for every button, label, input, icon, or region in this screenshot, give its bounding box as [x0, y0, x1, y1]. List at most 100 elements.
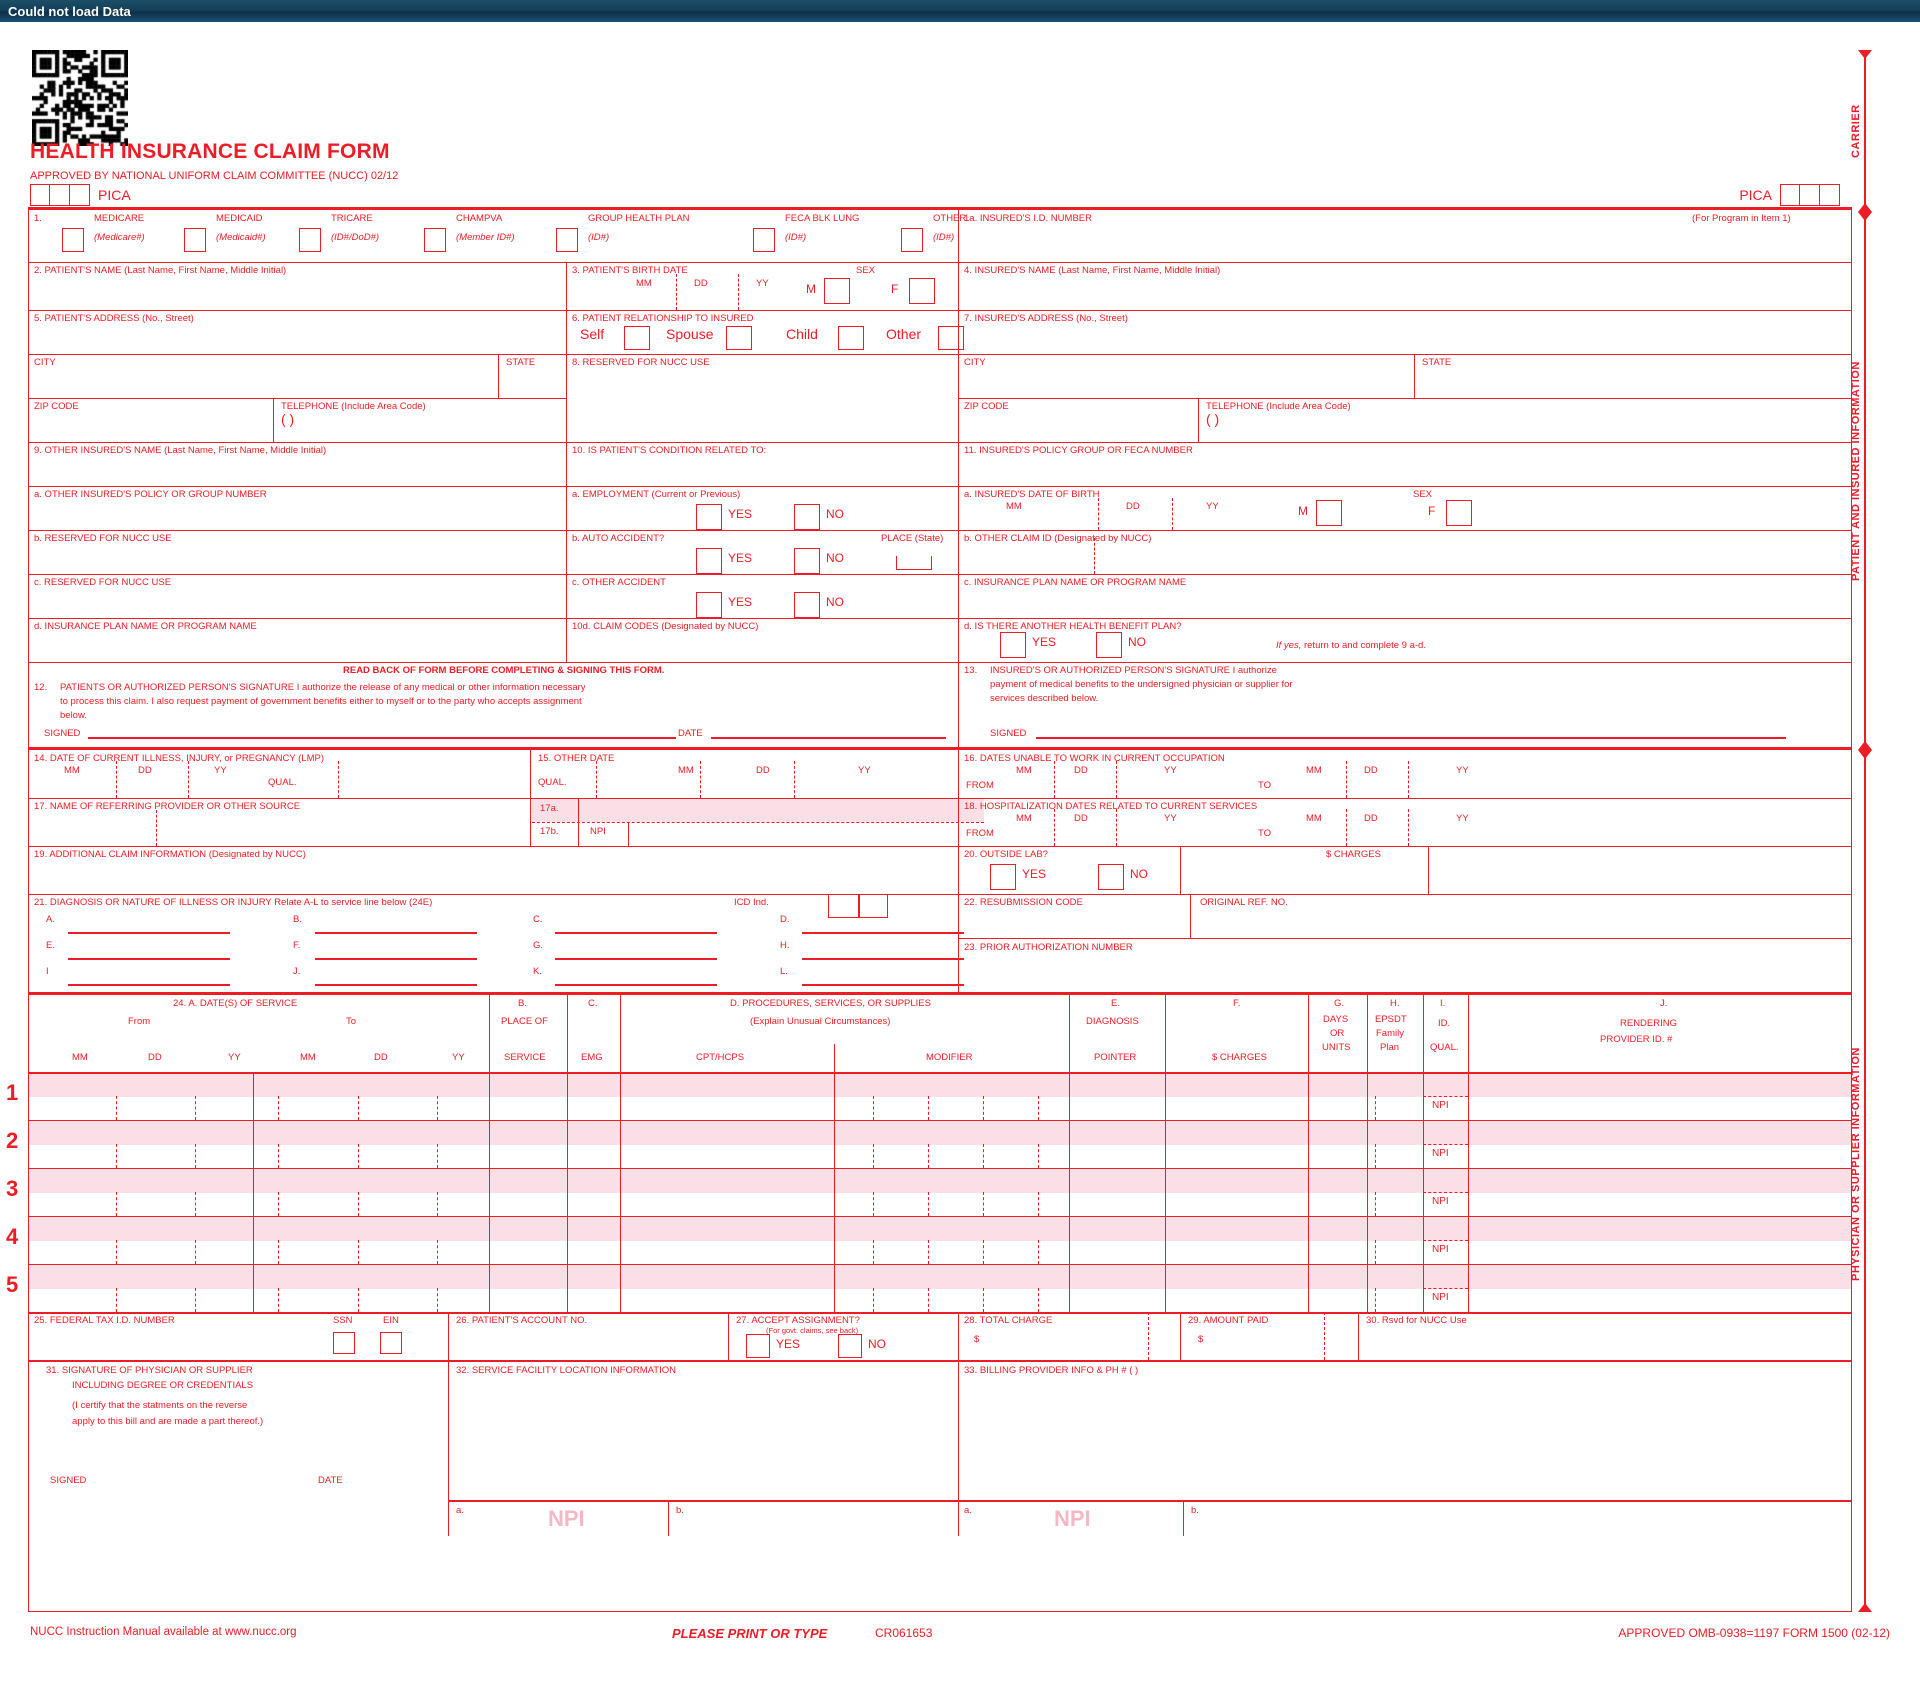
- item-21-dx-input[interactable]: [68, 914, 230, 932]
- item-12-text-line2: to process this claim. I also request pa…: [60, 696, 582, 707]
- footer-manual-link[interactable]: NUCC Instruction Manual available at www…: [30, 1626, 297, 1638]
- item-27-no-checkbox[interactable]: [838, 1334, 862, 1358]
- divider: [958, 662, 959, 747]
- service-line-number: 1: [6, 1080, 19, 1105]
- item-24a-from-label: From: [128, 1016, 151, 1027]
- item-21-dx-input[interactable]: [802, 966, 964, 984]
- divider: [1069, 1216, 1070, 1264]
- item-6-other-checkbox[interactable]: [938, 326, 964, 350]
- divider: [28, 354, 1852, 355]
- footer-form-code: CR061653: [875, 1626, 933, 1640]
- dashed-divider: [1423, 1240, 1468, 1241]
- item-25-ein-checkbox[interactable]: [380, 1332, 402, 1354]
- item-11a-sex-female-checkbox[interactable]: [1446, 500, 1472, 526]
- pica-right-group: PICA: [1731, 184, 1840, 206]
- item-12-date-label: DATE: [678, 728, 703, 739]
- pica-box[interactable]: [1780, 184, 1800, 206]
- item-21-dx-input[interactable]: [802, 940, 964, 958]
- signature-line: [802, 958, 964, 960]
- item-20-no-checkbox[interactable]: [1098, 864, 1124, 890]
- item-21-dx-input[interactable]: [315, 914, 477, 932]
- pica-box[interactable]: [50, 184, 70, 206]
- item-3-sex-female-checkbox[interactable]: [909, 278, 935, 304]
- dashed-divider: [278, 1288, 279, 1312]
- divider: [958, 398, 959, 442]
- arrow-down-icon: [1858, 750, 1872, 759]
- page-title: HEALTH INSURANCE CLAIM FORM: [30, 140, 390, 163]
- insured-state-label: STATE: [1422, 357, 1452, 368]
- divider: [28, 486, 1852, 487]
- divider: [28, 442, 1852, 443]
- item-3-sex-male-checkbox[interactable]: [824, 278, 850, 304]
- divider: [1165, 994, 1166, 1072]
- divider: [958, 1360, 959, 1536]
- item-24h-plan: Plan: [1380, 1042, 1400, 1053]
- item-11d-yes-checkbox[interactable]: [1000, 632, 1026, 658]
- item-18-from-dd: DD: [1074, 813, 1088, 824]
- item-21-dx-letter: D.: [780, 914, 790, 925]
- insurance-type-checkbox[interactable]: [184, 228, 206, 252]
- item-10a-no-checkbox[interactable]: [794, 504, 820, 530]
- item-10c-no-checkbox[interactable]: [794, 592, 820, 618]
- item-6-self-checkbox[interactable]: [624, 326, 650, 350]
- item-21-dx-input[interactable]: [315, 940, 477, 958]
- item-31-signed-label: SIGNED: [50, 1475, 87, 1486]
- pica-box[interactable]: [70, 184, 90, 206]
- item-10b-no-checkbox[interactable]: [794, 548, 820, 574]
- arrow-up-icon: [1858, 741, 1872, 750]
- arrow-down-icon: [1858, 212, 1872, 221]
- dashed-divider: [437, 1192, 438, 1216]
- item-21-dx-input[interactable]: [68, 966, 230, 984]
- signature-line: [68, 932, 230, 934]
- item-25-ssn-checkbox[interactable]: [333, 1332, 355, 1354]
- divider: [28, 618, 1852, 619]
- pica-box[interactable]: [1800, 184, 1820, 206]
- item-21-dx-input[interactable]: [315, 966, 477, 984]
- item-20-charges-label: $ CHARGES: [1326, 849, 1381, 860]
- insurance-type-label: GROUP HEALTH PLAN: [588, 213, 690, 224]
- item-10c-yes-checkbox[interactable]: [696, 592, 722, 618]
- insurance-type-checkbox[interactable]: [556, 228, 578, 252]
- insurance-type-checkbox[interactable]: [424, 228, 446, 252]
- item-10b-label: b. AUTO ACCIDENT?: [572, 533, 665, 544]
- item-24c-emg: EMG: [581, 1052, 603, 1063]
- item-21-dx-input[interactable]: [555, 914, 717, 932]
- insurance-type-checkbox[interactable]: [299, 228, 321, 252]
- item-24j-provider-id: PROVIDER ID. #: [1600, 1034, 1673, 1045]
- item-10b-no-label: NO: [826, 551, 844, 565]
- item-21-dx-input[interactable]: [802, 914, 964, 932]
- pica-box[interactable]: [1820, 184, 1840, 206]
- item-6-child-checkbox[interactable]: [838, 326, 864, 350]
- item-13-signed-label: SIGNED: [990, 728, 1027, 739]
- dashed-divider: [1172, 498, 1173, 530]
- service-line-number: 5: [6, 1272, 19, 1297]
- item-27-yes-checkbox[interactable]: [746, 1334, 770, 1358]
- dashed-divider: [1375, 1240, 1376, 1264]
- dashed-divider: [983, 1144, 984, 1168]
- insurance-type-checkbox[interactable]: [62, 228, 84, 252]
- item-6-option-label: Spouse: [666, 326, 714, 342]
- item-6-spouse-checkbox[interactable]: [726, 326, 752, 350]
- item-10a-yes-checkbox[interactable]: [696, 504, 722, 530]
- dashed-divider: [116, 1144, 117, 1168]
- pica-box[interactable]: [30, 184, 50, 206]
- item-20-yes-checkbox[interactable]: [990, 864, 1016, 890]
- dashed-divider: [873, 1288, 874, 1312]
- insurance-type-label: FECA BLK LUNG: [785, 213, 860, 224]
- item-24f-charges: $ CHARGES: [1212, 1052, 1267, 1063]
- item-18-to-dd: DD: [1364, 813, 1378, 824]
- insurance-type-checkbox[interactable]: [901, 228, 923, 252]
- item-11a-sex-male-checkbox[interactable]: [1316, 500, 1342, 526]
- item-10b-yes-checkbox[interactable]: [696, 548, 722, 574]
- item-12-number: 12.: [34, 682, 48, 693]
- item-10b-place-state-field[interactable]: [896, 556, 932, 570]
- item-11a-sex-label: SEX: [1413, 489, 1433, 500]
- item-21-dx-input[interactable]: [555, 966, 717, 984]
- dashed-divider: [156, 810, 157, 846]
- item-21-dx-letter: A.: [46, 914, 55, 925]
- item-6-option-label: Self: [580, 326, 605, 342]
- item-21-dx-input[interactable]: [555, 940, 717, 958]
- insurance-type-checkbox[interactable]: [753, 228, 775, 252]
- item-21-dx-input[interactable]: [68, 940, 230, 958]
- item-11d-no-checkbox[interactable]: [1096, 632, 1122, 658]
